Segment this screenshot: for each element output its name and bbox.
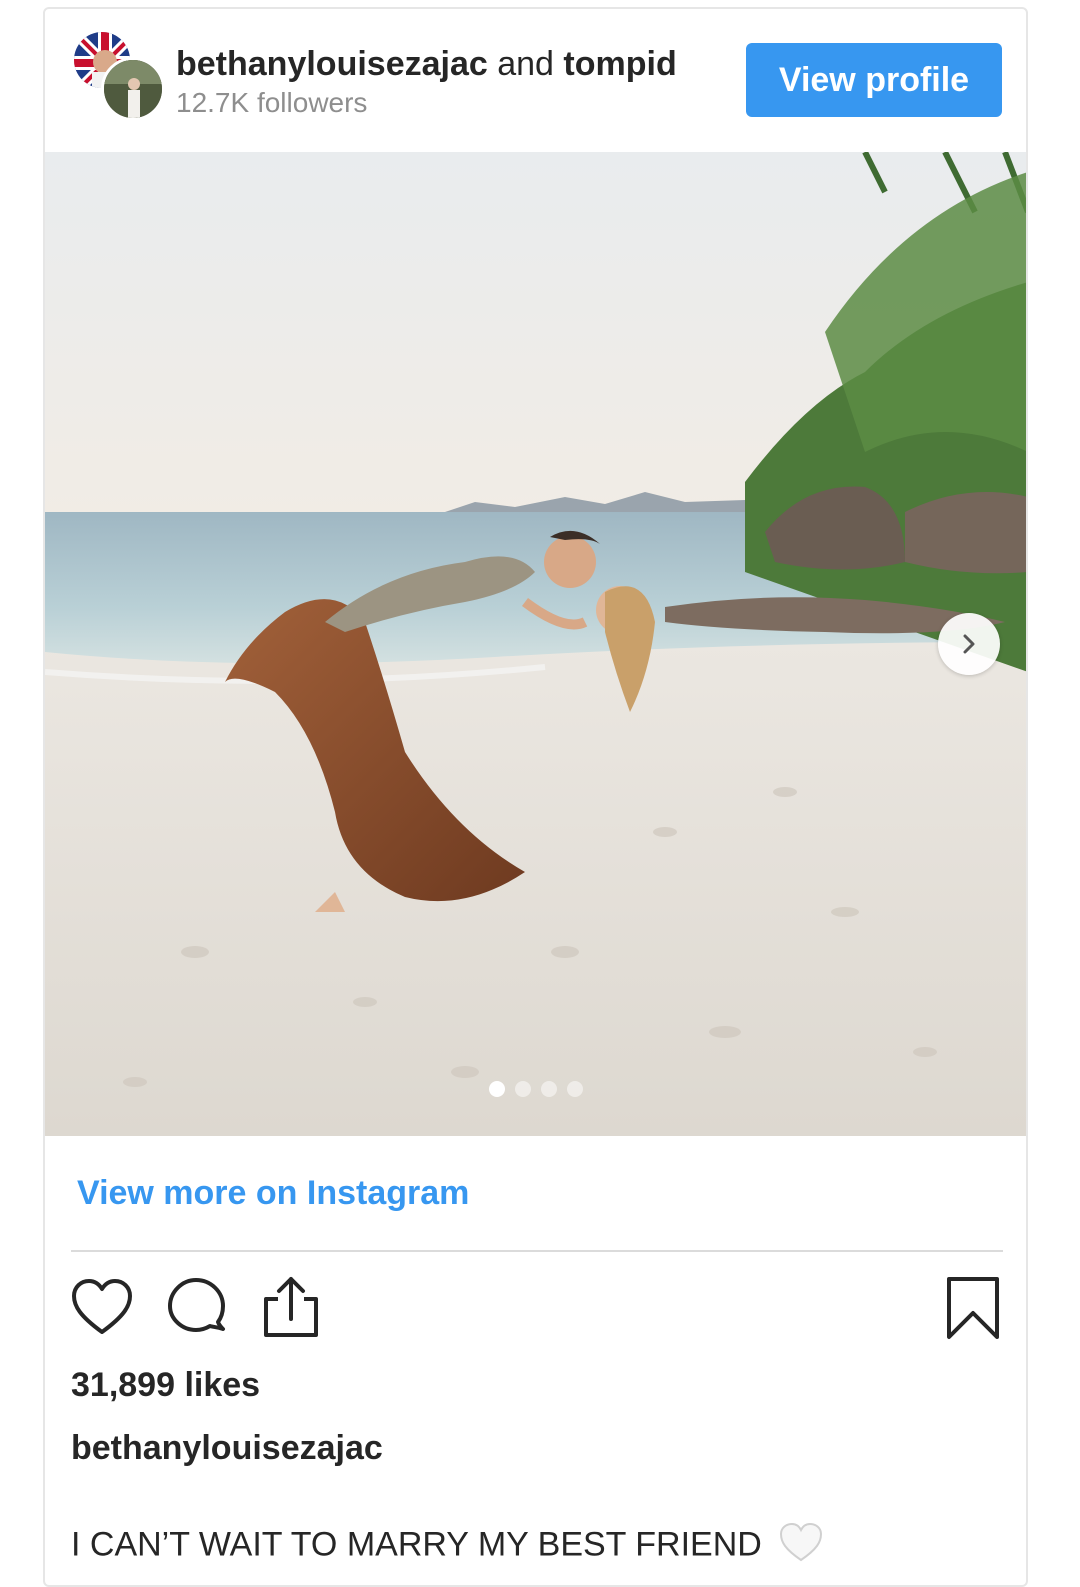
caption-text-row: I CAN’T WAIT TO MARRY MY BEST FRIEND — [71, 1522, 823, 1571]
white-heart-icon — [779, 1522, 823, 1571]
username-primary[interactable]: bethanylouisezajac — [176, 45, 488, 83]
follower-count: 12.7K followers — [176, 87, 368, 118]
action-bar — [45, 1275, 1026, 1347]
carousel-dot-active — [489, 1081, 505, 1097]
chevron-right-icon — [963, 634, 975, 654]
comment-icon — [168, 1278, 225, 1332]
account-names: bethanylouisezajac and tompid — [176, 44, 677, 84]
next-slide-button[interactable] — [938, 613, 1000, 675]
caption-author[interactable]: bethanylouisezajac — [71, 1429, 383, 1468]
caption-text: I CAN’T WAIT TO MARRY MY BEST FRIEND — [71, 1525, 762, 1564]
carousel-dot — [541, 1081, 557, 1097]
divider — [71, 1250, 1003, 1252]
share-icon — [264, 1277, 318, 1337]
carousel-dot — [515, 1081, 531, 1097]
avatar[interactable] — [101, 57, 165, 121]
conjunction: and — [497, 45, 554, 83]
view-more-link[interactable]: View more on Instagram — [77, 1174, 469, 1213]
beach-photo — [45, 152, 1026, 1136]
like-count: 31,899 likes — [71, 1366, 261, 1404]
view-profile-button[interactable]: View profile — [746, 43, 1002, 117]
post-image[interactable] — [45, 152, 1026, 1136]
like-button[interactable] — [69, 1275, 135, 1341]
carousel-indicator — [489, 1081, 583, 1097]
save-button[interactable] — [940, 1275, 1006, 1341]
post-header: bethanylouisezajac and tompid 12.7K foll… — [45, 9, 1026, 152]
carousel-dot — [567, 1081, 583, 1097]
instagram-embed-card: bethanylouisezajac and tompid 12.7K foll… — [43, 7, 1028, 1587]
heart-icon — [72, 1279, 132, 1334]
bookmark-icon — [947, 1277, 999, 1339]
share-button[interactable] — [258, 1275, 324, 1341]
collab-avatars[interactable] — [71, 29, 165, 121]
username-secondary[interactable]: tompid — [563, 45, 676, 83]
comment-button[interactable] — [165, 1275, 231, 1341]
